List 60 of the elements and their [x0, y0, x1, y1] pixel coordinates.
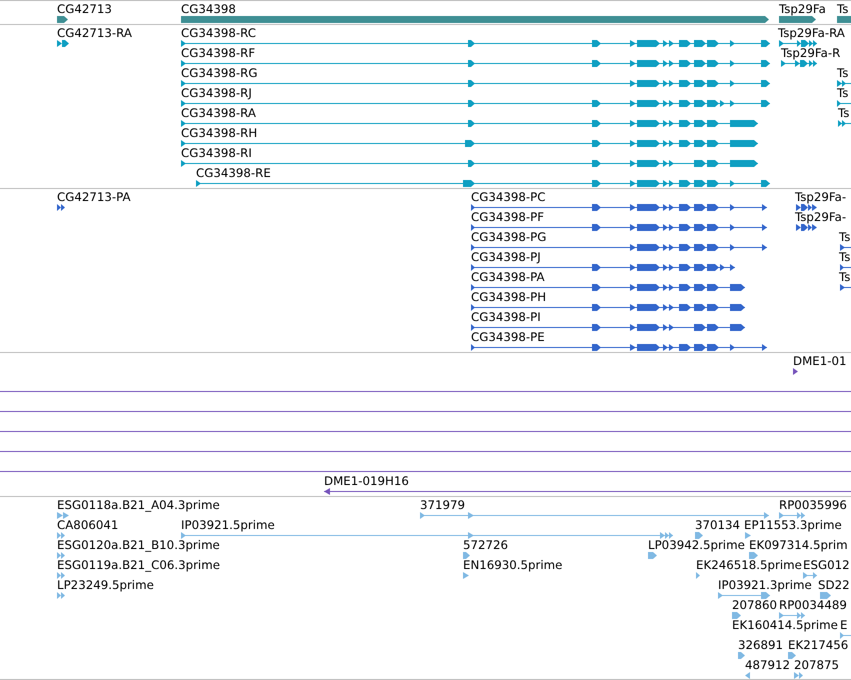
gene-label: Ts	[837, 2, 848, 16]
clone-label: DME1-01	[793, 354, 846, 368]
est-label: EK097314.5prim	[749, 538, 848, 552]
transcript-label: Ts	[837, 86, 848, 100]
protein-label: Tsp29Fa-	[795, 190, 846, 204]
est-label: SD22	[818, 578, 850, 592]
est-label: ESG012	[803, 558, 850, 572]
est-label: EK160414.5prime	[732, 618, 838, 632]
est-label: 207860	[732, 598, 778, 612]
transcript-label: Tsp29Fa-R	[781, 46, 840, 60]
transcript-label: CG34398-RE	[196, 166, 271, 180]
est-label: 207875	[794, 658, 840, 672]
transcript-label: Ts	[838, 106, 850, 120]
transcript-label: CG34398-RA	[181, 106, 256, 120]
protein-label: Ts	[839, 250, 850, 264]
protein-label: CG34398-PJ	[471, 250, 541, 264]
est-label: 370134	[695, 518, 740, 532]
transcript-label: CG34398-RI	[181, 146, 252, 160]
transcript-label: CG34398-RF	[181, 46, 256, 60]
est-label: 487912	[745, 658, 790, 672]
est-label: ESG0118a.B21_A04.3prime	[57, 498, 220, 512]
est-label: 371979	[420, 498, 466, 512]
transcript-label: CG34398-RC	[181, 26, 256, 40]
transcript-label: CG42713-RA	[57, 26, 132, 40]
gene-label: Tsp29Fa	[779, 2, 826, 16]
transcript-label: CG34398-RJ	[181, 86, 252, 100]
est-label: LP23249.5prime	[57, 578, 154, 592]
est-label: EK246518.5prime	[696, 558, 802, 572]
protein-label: CG34398-PF	[471, 210, 544, 224]
est-label: ESG0119a.B21_C06.3prime	[57, 558, 220, 572]
protein-label: CG34398-PA	[471, 270, 545, 284]
transcript-label: Ts	[837, 66, 848, 80]
est-label: CA806041	[57, 518, 118, 532]
protein-label: CG34398-PE	[471, 330, 545, 344]
est-label: E	[840, 618, 848, 632]
est-label: EK217456	[788, 638, 848, 652]
est-label: RP0035996	[779, 498, 847, 512]
est-label: 326891	[738, 638, 784, 652]
est-label: IP03921.5prime	[181, 518, 275, 532]
transcript-label: CG34398-RG	[181, 66, 258, 80]
protein-label: CG34398-PG	[471, 230, 546, 244]
est-label: EP11553.3prime	[744, 518, 842, 532]
protein-label: CG42713-PA	[57, 190, 131, 204]
est-label: EN16930.5prime	[463, 558, 562, 572]
est-label: RP0034489	[779, 598, 847, 612]
est-label: ESG0120a.B21_B10.3prime	[57, 538, 220, 552]
protein-label: CG34398-PI	[471, 310, 541, 324]
gene-label: CG42713	[57, 2, 112, 16]
protein-label: CG34398-PH	[471, 290, 546, 304]
est-label: 572726	[463, 538, 508, 552]
gene-label: CG34398	[181, 2, 236, 16]
protein-label: Tsp29Fa-	[795, 210, 846, 224]
clone-label: DME1-019H16	[324, 474, 409, 488]
est-label: LP03942.5prime	[648, 538, 745, 552]
transcript-label: CG34398-RH	[181, 126, 258, 140]
est-label: IP03921.3prime	[718, 578, 812, 592]
protein-label: Ts	[839, 230, 850, 244]
protein-label: CG34398-PC	[471, 190, 546, 204]
protein-label: Ts	[839, 270, 850, 284]
transcript-label: Tsp29Fa-RA	[778, 26, 845, 40]
